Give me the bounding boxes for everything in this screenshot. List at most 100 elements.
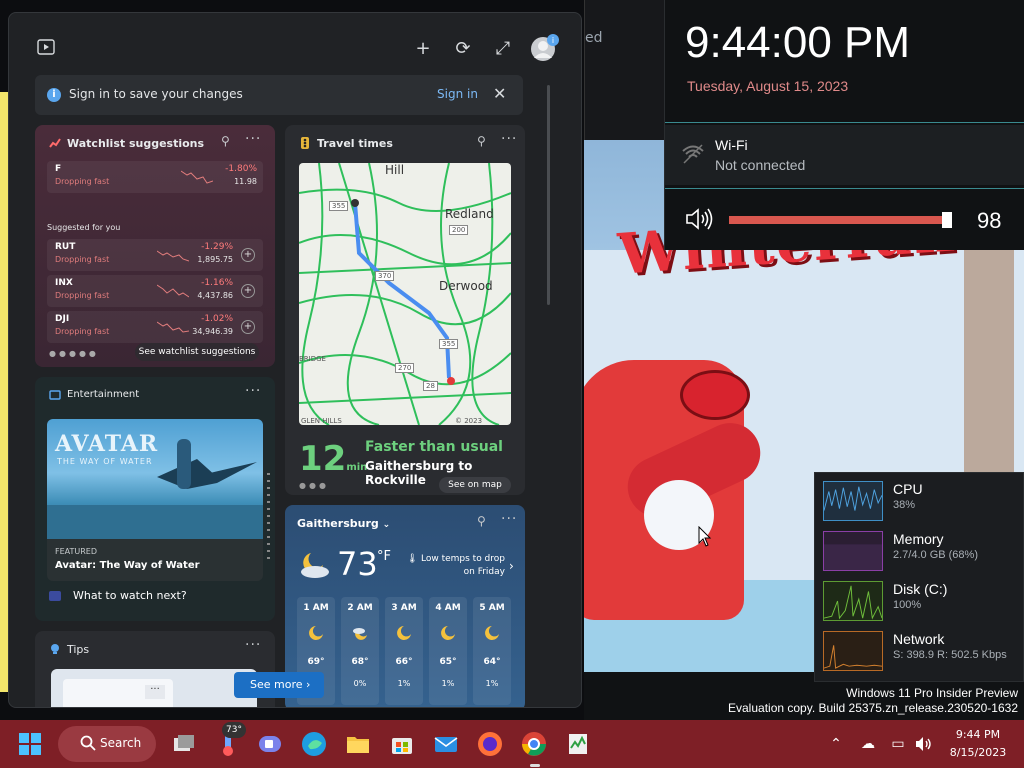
stock-row[interactable]: INX Dropping fast -1.16% 4,437.86 + xyxy=(47,275,263,307)
expand-icon[interactable]: ⤢ xyxy=(491,37,515,61)
map-label: Derwood xyxy=(439,279,493,293)
traffic-map[interactable]: Hill Redland Derwood BRIDGE GLEN HILLS ©… xyxy=(299,163,511,425)
cpu-value: 38% xyxy=(893,499,916,511)
close-icon[interactable]: ✕ xyxy=(493,84,506,103)
mail-icon[interactable] xyxy=(432,730,460,758)
moon-icon xyxy=(485,626,499,640)
volume-slider[interactable] xyxy=(729,212,952,228)
cloud-off-icon[interactable]: ☁ xyxy=(858,734,878,754)
travel-minutes: 12min xyxy=(299,439,367,479)
movie-caption[interactable]: FEATURED Avatar: The Way of Water xyxy=(47,539,263,581)
wifi-status: Not connected xyxy=(715,157,806,173)
show-hidden-icons-icon[interactable]: ⌃ xyxy=(826,734,846,754)
task-view-icon[interactable] xyxy=(170,730,198,758)
add-widget-icon[interactable]: + xyxy=(411,37,435,61)
poster-creature xyxy=(157,459,257,489)
scrollbar[interactable] xyxy=(547,85,550,305)
add-to-watchlist-icon[interactable]: + xyxy=(241,284,255,298)
stock-row-top[interactable]: F Dropping fast -1.80% 11.98 xyxy=(47,161,263,193)
weather-unit: °F xyxy=(377,549,391,564)
chrome-icon[interactable] xyxy=(520,730,548,758)
more-options-icon[interactable]: ··· xyxy=(245,383,261,399)
firefox-icon[interactable] xyxy=(476,730,504,758)
map-label: GLEN HILLS xyxy=(301,417,342,425)
travel-status: Faster than usual xyxy=(365,439,503,455)
stock-change: -1.16% xyxy=(201,278,233,288)
signin-link[interactable]: Sign in xyxy=(437,87,478,101)
stock-symbol: INX xyxy=(55,278,73,288)
network-icon[interactable]: ▭ xyxy=(888,734,908,754)
media-icon[interactable] xyxy=(37,39,55,55)
wifi-row[interactable]: Wi-Fi Not connected xyxy=(665,125,1024,185)
pin-icon[interactable]: ⚲ xyxy=(477,514,486,528)
carousel-dots[interactable]: ●●●●● xyxy=(49,349,99,358)
taskbar: Search 73° ⌃ ☁ ▭ 9:44 PM 8/15/2023 xyxy=(0,720,1024,768)
poster-sea xyxy=(47,505,263,539)
thermometer-icon: 🌡 xyxy=(406,554,419,564)
weather-location[interactable]: Gaithersburg ⌄ xyxy=(297,517,390,530)
see-watchlist-button[interactable]: See watchlist suggestions xyxy=(135,343,259,361)
account-avatar-icon[interactable]: i xyxy=(529,33,559,63)
movie-poster[interactable]: AVATAR THE WAY OF WATER xyxy=(47,419,263,539)
map-label: Redland xyxy=(445,207,494,221)
stocks-icon xyxy=(49,138,61,148)
start-icon[interactable] xyxy=(18,732,42,756)
network-label: Network xyxy=(893,631,945,647)
perf-row-cpu: CPU 38% xyxy=(823,481,1023,527)
wifi-icon xyxy=(682,144,704,164)
hourly-forecast[interactable]: 3 AM 66° 1% xyxy=(385,597,423,705)
travel-minutes-value: 12 xyxy=(299,439,347,479)
more-options-icon[interactable]: ··· xyxy=(501,131,517,147)
see-on-map-button[interactable]: See on map xyxy=(439,477,511,493)
stock-row[interactable]: DJI Dropping fast -1.02% 34,946.39 + xyxy=(47,311,263,343)
hour-precip: 1% xyxy=(485,679,499,688)
watermark-line-2: Evaluation copy. Build 25375.zn_release.… xyxy=(728,701,1018,715)
add-to-watchlist-icon[interactable]: + xyxy=(241,320,255,334)
stock-row[interactable]: RUT Dropping fast -1.29% 1,895.75 + xyxy=(47,239,263,271)
tips-title: Tips xyxy=(67,643,90,656)
hourly-forecast[interactable]: 5 AM 64° 1% xyxy=(473,597,511,705)
taskbar-date[interactable]: 8/15/2023 xyxy=(944,746,1012,759)
wifi-name: Wi-Fi xyxy=(715,137,748,153)
poster-rider xyxy=(177,439,191,489)
taskbar-search[interactable]: Search xyxy=(58,726,156,762)
taskbar-time[interactable]: 9:44 PM xyxy=(950,728,1006,741)
teams-chat-icon[interactable] xyxy=(256,730,284,758)
hour-temp: 65° xyxy=(439,657,457,667)
see-more-button[interactable]: See more › xyxy=(234,672,324,698)
hourly-forecast[interactable]: 4 AM 65° 1% xyxy=(429,597,467,705)
hour-precip: 1% xyxy=(441,679,455,688)
more-options-icon[interactable]: ··· xyxy=(501,511,517,527)
clock-date: Tuesday, August 15, 2023 xyxy=(687,78,849,94)
travel-card[interactable]: Travel times ⚲ ··· Hill Redland Derwood … xyxy=(285,125,525,495)
tips-image-more-icon: ··· xyxy=(145,685,165,699)
what-to-watch-link[interactable]: What to watch next? xyxy=(73,589,187,602)
entertainment-title: Entertainment xyxy=(67,389,140,400)
watchlist-card[interactable]: Watchlist suggestions ⚲ ··· F Dropping f… xyxy=(35,125,275,367)
volume-icon[interactable] xyxy=(914,734,934,754)
more-options-icon[interactable]: ··· xyxy=(245,131,261,147)
volume-slider-thumb[interactable] xyxy=(941,212,952,228)
file-explorer-icon[interactable] xyxy=(344,730,372,758)
hour-precip: 0% xyxy=(353,679,367,688)
task-manager-icon[interactable] xyxy=(564,730,592,758)
more-options-icon[interactable]: ··· xyxy=(245,637,261,653)
cloudy-moon-icon xyxy=(353,628,367,640)
chevron-right-icon[interactable]: › xyxy=(509,559,514,573)
entertainment-card[interactable]: Entertainment ··· AVATAR THE WAY OF WATE… xyxy=(35,377,275,621)
info-icon: i xyxy=(47,88,61,102)
search-icon xyxy=(80,735,96,751)
store-icon[interactable] xyxy=(388,730,416,758)
edge-icon[interactable] xyxy=(300,730,328,758)
hour-temp: 66° xyxy=(395,657,413,667)
pin-icon[interactable]: ⚲ xyxy=(477,134,486,148)
hourly-forecast[interactable]: 2 AM 68° 0% xyxy=(341,597,379,705)
refresh-icon[interactable]: ⟳ xyxy=(451,37,475,61)
speaker-icon[interactable] xyxy=(685,208,715,230)
carousel-dots[interactable]: ●●● xyxy=(299,481,329,490)
add-to-watchlist-icon[interactable]: + xyxy=(241,248,255,262)
route-shield: 28 xyxy=(423,381,438,391)
carousel-dots-vertical[interactable] xyxy=(267,473,270,561)
stock-symbol: F xyxy=(55,164,62,174)
pin-icon[interactable]: ⚲ xyxy=(221,134,230,148)
